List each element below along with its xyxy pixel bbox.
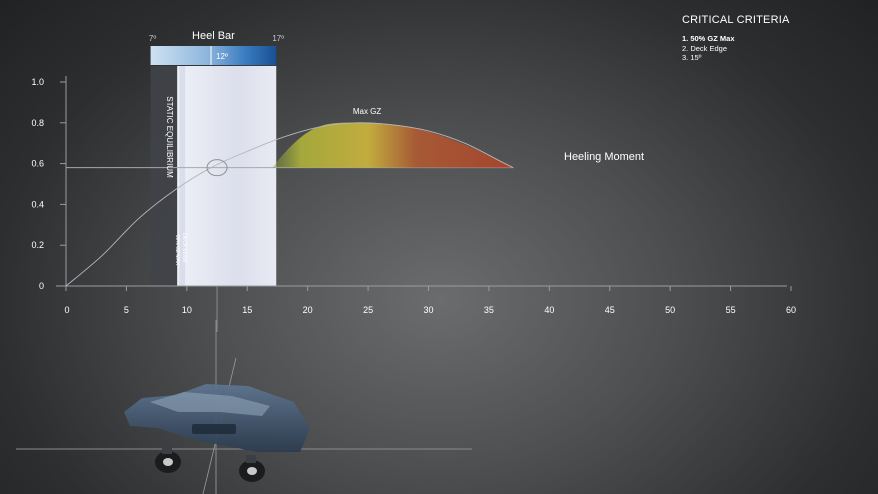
static-equilibrium-label: STATIC EQUILIBRIUM [165, 96, 174, 178]
x-tick-label: 5 [124, 305, 129, 315]
heel-range-band [177, 66, 277, 286]
y-tick-label: 0 [39, 281, 44, 291]
heel-bar-gradient [150, 46, 277, 65]
deck-edge-label: DECK EDGE [181, 233, 187, 263]
critical-criteria-panel: CRITICAL CRITERIA 1. 50% GZ Max 2. Deck … [682, 14, 790, 63]
gz-max-label: 50% GZ MAX [174, 235, 180, 266]
heeling-moment-label: Heeling Moment [564, 151, 644, 163]
heel-bar-value-label: 12º [216, 52, 228, 61]
y-tick-label: 0.2 [31, 240, 44, 250]
y-tick-label: 0.4 [31, 199, 44, 209]
x-tick-label: 20 [303, 305, 313, 315]
x-tick-label: 40 [544, 305, 554, 315]
max-gz-label: Max GZ [353, 107, 382, 116]
x-tick-label: 35 [484, 305, 494, 315]
x-tick-label: 60 [786, 305, 796, 315]
heel-bar-max-label: 17º [272, 34, 284, 43]
heel-bar-min-label: 7º [149, 34, 156, 43]
x-tick-label: 10 [182, 305, 192, 315]
criteria-item-3: 3. 15º [682, 53, 702, 62]
ship-illustration [16, 320, 472, 494]
x-tick-label: 45 [605, 305, 615, 315]
heel-bar: Heel Bar 7º 17º 12º [149, 30, 284, 65]
y-axis-ticks: 1.0 0.8 0.6 0.4 0.2 0 [31, 77, 66, 291]
x-tick-label: 15 [242, 305, 252, 315]
y-tick-label: 0.6 [31, 159, 44, 169]
x-axis-ticks: 0 5 10 15 20 25 30 35 40 45 50 55 60 [64, 286, 796, 315]
criteria-item-1: 1. 50% GZ Max [682, 34, 735, 43]
criteria-item-2: 2. Deck Edge [682, 43, 728, 53]
x-tick-label: 25 [363, 305, 373, 315]
y-tick-label: 0.8 [31, 118, 44, 128]
x-tick-label: 30 [423, 305, 433, 315]
heel-bar-title: Heel Bar [192, 30, 235, 42]
x-tick-label: 55 [726, 305, 736, 315]
x-tick-label: 0 [64, 305, 69, 315]
critical-criteria-title: CRITICAL CRITERIA [682, 14, 790, 26]
stability-chart: 0 5 10 15 20 25 30 35 40 45 50 55 60 1.0 0.8 0.6 0.4 0.2… [16, 30, 796, 494]
x-tick-label: 50 [665, 305, 675, 315]
y-tick-label: 1.0 [31, 77, 44, 87]
